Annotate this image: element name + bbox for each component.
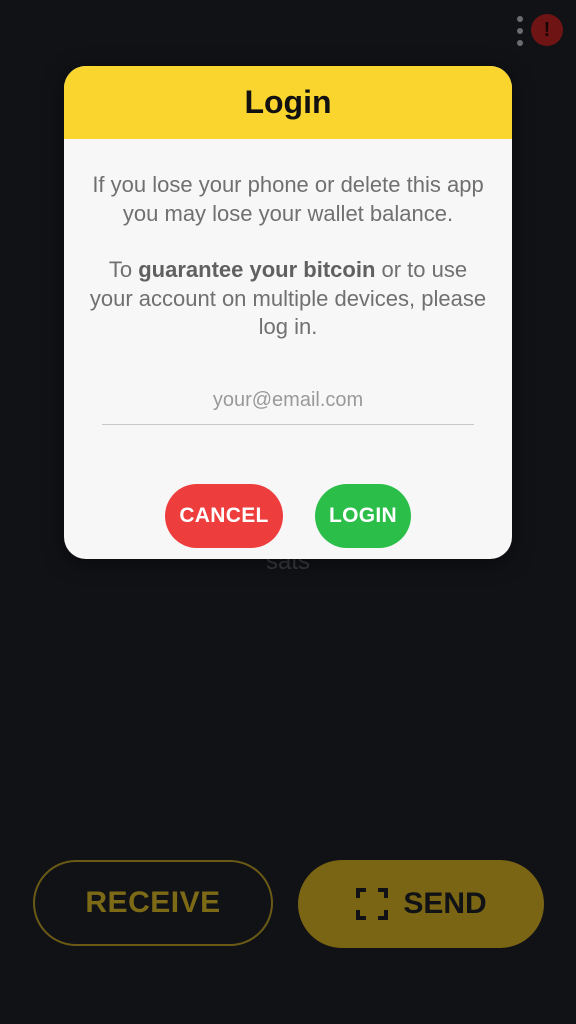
dialog-title: Login — [244, 84, 332, 120]
prompt-emphasis: guarantee your bitcoin — [138, 257, 376, 282]
send-button[interactable]: SEND — [298, 860, 544, 948]
cancel-button-label: CANCEL — [179, 504, 269, 527]
dialog-warning-text: If you lose your phone or delete this ap… — [92, 172, 484, 226]
login-dialog: Login If you lose your phone or delete t… — [64, 66, 512, 559]
qr-scan-icon — [356, 888, 389, 920]
dialog-header: Login — [64, 66, 512, 139]
prompt-prefix: To — [108, 257, 139, 282]
receive-button[interactable]: RECEIVE — [33, 860, 273, 946]
login-button-label: LOGIN — [329, 504, 397, 527]
alert-icon[interactable]: ! — [531, 14, 563, 46]
receive-button-label: RECEIVE — [85, 886, 221, 919]
login-button[interactable]: LOGIN — [315, 484, 411, 548]
cancel-button[interactable]: CANCEL — [165, 484, 283, 548]
dialog-login-prompt: To guarantee your bitcoin or to use your… — [86, 256, 490, 342]
email-field[interactable] — [102, 376, 474, 425]
send-button-label: SEND — [403, 887, 487, 920]
menu-icon[interactable] — [514, 16, 526, 46]
dialog-message: If you lose your phone or delete this ap… — [86, 171, 490, 342]
